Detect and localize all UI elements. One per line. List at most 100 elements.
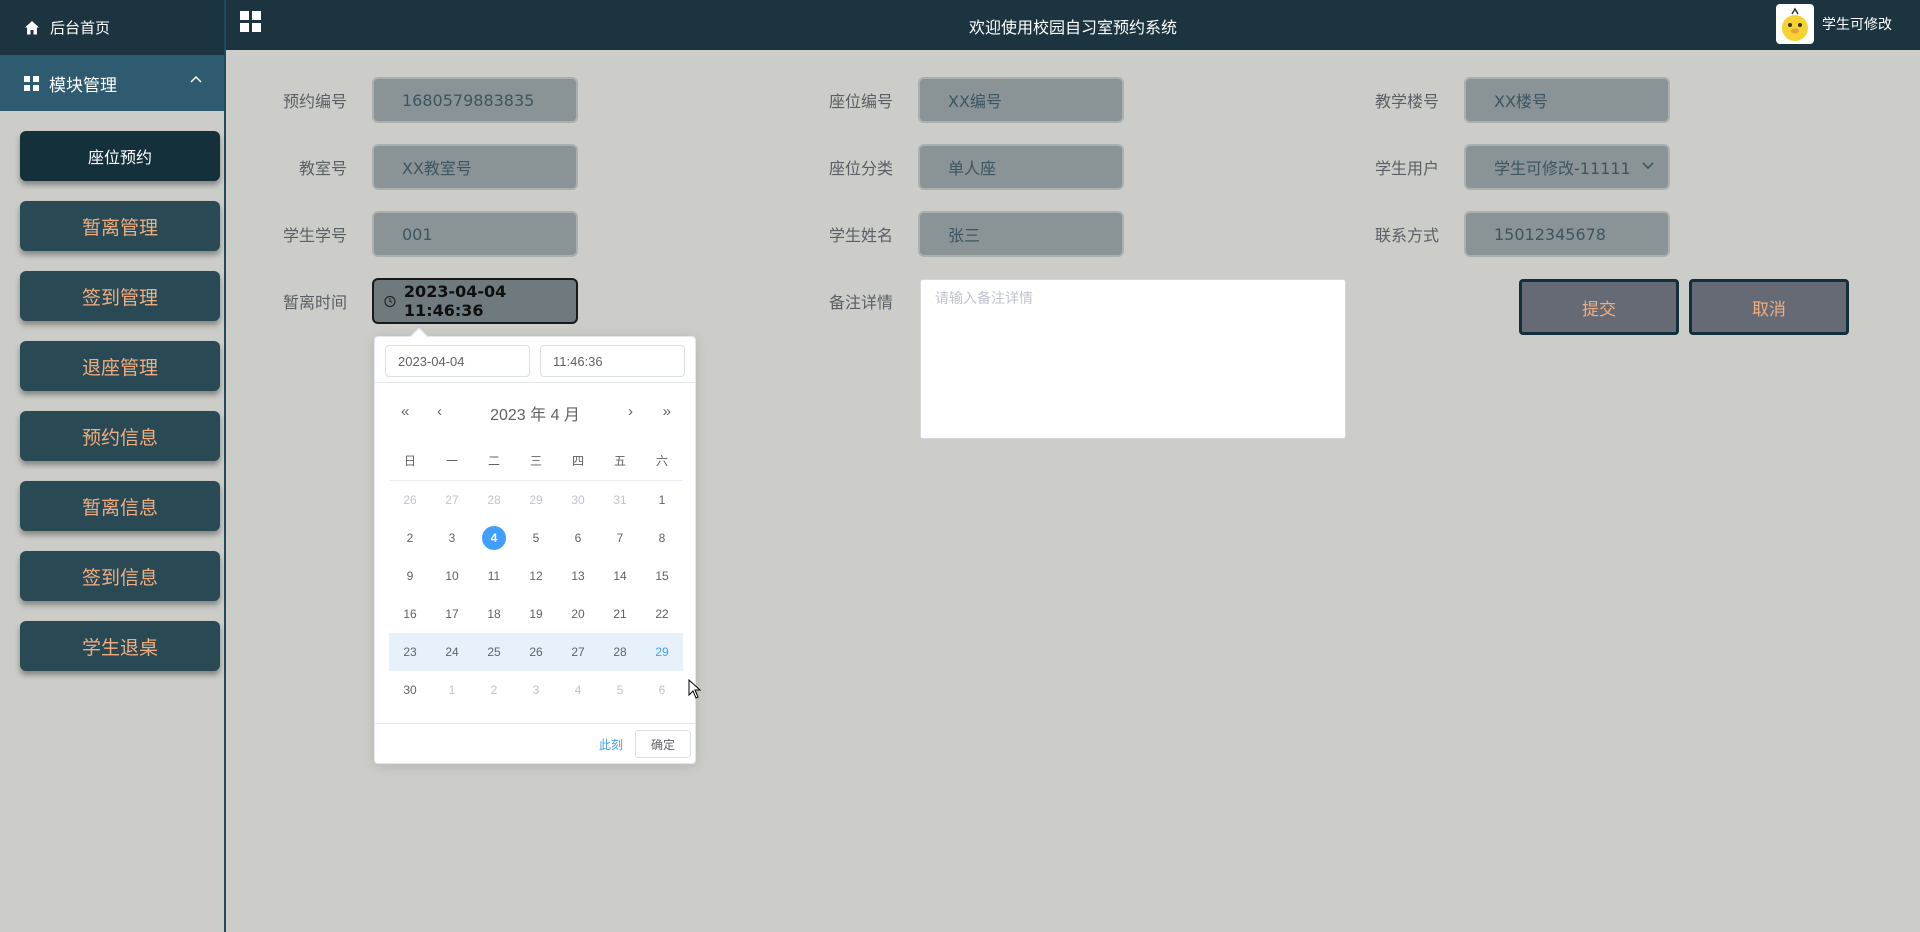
picker-date-input[interactable]: 2023-04-04 xyxy=(385,345,530,377)
grid-icon xyxy=(24,75,39,91)
next-year-icon[interactable]: » xyxy=(663,403,671,420)
sidebar-item-checkout-management[interactable]: 退座管理 xyxy=(20,341,220,391)
sidebar-module-toggle[interactable]: 模块管理 xyxy=(0,55,224,111)
weekday-fri: 五 xyxy=(613,454,626,468)
day-cell[interactable]: 28 xyxy=(473,493,515,507)
sidebar-menu: 座位预约 暂离管理 签到管理 退座管理 预约信息 暂离信息 签到信息 学生退桌 xyxy=(0,111,224,671)
day-cell[interactable]: 26 xyxy=(389,493,431,507)
sidebar-home-link[interactable]: 后台首页 xyxy=(0,0,224,55)
building-no-label: 教学楼号 xyxy=(1374,92,1439,111)
day-cell[interactable]: 30 xyxy=(557,493,599,507)
picker-confirm-button[interactable]: 确定 xyxy=(635,730,691,758)
day-cell[interactable]: 20 xyxy=(557,607,599,621)
page-title: 欢迎使用校园自习室预约系统 xyxy=(968,18,1177,37)
day-cell[interactable]: 5 xyxy=(599,683,641,697)
day-cell[interactable]: 3 xyxy=(431,531,473,545)
day-cell[interactable]: 24 xyxy=(431,645,473,659)
day-cell[interactable]: 25 xyxy=(473,645,515,659)
reservation-no-field[interactable]: 1680579883835 xyxy=(372,77,578,123)
day-cell[interactable]: 6 xyxy=(641,683,683,697)
user-menu[interactable]: 学生可修改 xyxy=(1776,4,1892,44)
day-cell[interactable]: 1 xyxy=(431,683,473,697)
day-cell[interactable]: 2 xyxy=(389,531,431,545)
day-cell[interactable]: 12 xyxy=(515,569,557,583)
day-cell[interactable]: 27 xyxy=(557,645,599,659)
day-cell[interactable]: 2 xyxy=(473,683,515,697)
mouse-cursor-icon xyxy=(688,679,702,699)
classroom-no-field[interactable]: XX教室号 xyxy=(372,144,578,190)
day-cell[interactable]: 10 xyxy=(431,569,473,583)
datetime-picker-popup: 2023-04-04 11:46:36 « ‹ 2023 年 4 月 › » 日… xyxy=(374,327,696,764)
seat-category-field[interactable]: 单人座 xyxy=(918,144,1124,190)
submit-button[interactable]: 提交 xyxy=(1519,279,1679,335)
contact-label: 联系方式 xyxy=(1374,226,1439,245)
day-cell[interactable]: 6 xyxy=(557,531,599,545)
day-cell[interactable]: 15 xyxy=(641,569,683,583)
weekday-tue: 二 xyxy=(487,454,500,468)
sidebar-item-leave-info[interactable]: 暂离信息 xyxy=(20,481,220,531)
building-no-field[interactable]: XX楼号 xyxy=(1464,77,1670,123)
weekday-mon: 一 xyxy=(445,454,458,468)
day-cell[interactable]: 9 xyxy=(389,569,431,583)
day-cell[interactable]: 13 xyxy=(557,569,599,583)
week-row-2: 2 3 4 5 6 7 8 xyxy=(389,519,683,557)
next-month-icon[interactable]: › xyxy=(628,403,633,420)
week-row-5-hovered: 23 24 25 26 27 28 29 xyxy=(389,633,683,671)
leave-time-value: 2023-04-04 11:46:36 xyxy=(403,282,507,320)
day-cell[interactable]: 4 xyxy=(557,683,599,697)
week-row-4: 16 17 18 19 20 21 22 xyxy=(389,595,683,633)
day-cell[interactable]: 5 xyxy=(515,531,557,545)
user-name: 学生可修改 xyxy=(1822,17,1892,33)
sidebar-item-student-checkout[interactable]: 学生退桌 xyxy=(20,621,220,671)
picker-footer: 此刻 确定 xyxy=(375,723,695,763)
chevron-down-icon xyxy=(1642,162,1654,170)
day-cell[interactable]: 29 xyxy=(641,645,683,659)
day-cell[interactable]: 8 xyxy=(641,531,683,545)
day-cell[interactable]: 28 xyxy=(599,645,641,659)
sidebar-item-seat-reservation[interactable]: 座位预约 xyxy=(20,131,220,181)
picker-inputs: 2023-04-04 11:46:36 xyxy=(375,337,695,383)
day-cell[interactable]: 16 xyxy=(389,607,431,621)
weekday-wed: 三 xyxy=(529,454,542,468)
seat-category-label: 座位分类 xyxy=(828,159,893,178)
picker-header: « ‹ 2023 年 4 月 › » xyxy=(375,383,695,441)
sidebar-item-signin-management[interactable]: 签到管理 xyxy=(20,271,220,321)
sidebar-item-reservation-info[interactable]: 预约信息 xyxy=(20,411,220,461)
day-cell[interactable]: 26 xyxy=(515,645,557,659)
day-cell[interactable]: 23 xyxy=(389,645,431,659)
day-cell[interactable]: 7 xyxy=(599,531,641,545)
student-id-field[interactable]: 001 xyxy=(372,211,578,257)
student-name-label: 学生姓名 xyxy=(828,226,893,245)
picker-year-month[interactable]: 2023 年 4 月 xyxy=(375,401,695,425)
remarks-textarea[interactable]: 请输入备注详情 xyxy=(920,279,1346,439)
day-cell[interactable]: 31 xyxy=(599,493,641,507)
cancel-button[interactable]: 取消 xyxy=(1689,279,1849,335)
day-cell[interactable]: 30 xyxy=(389,683,431,697)
day-cell[interactable]: 3 xyxy=(515,683,557,697)
picker-now-button[interactable]: 此刻 xyxy=(599,736,623,753)
sidebar-item-leave-management[interactable]: 暂离管理 xyxy=(20,201,220,251)
day-cell[interactable]: 11 xyxy=(473,569,515,583)
day-cell[interactable]: 29 xyxy=(515,493,557,507)
contact-field[interactable]: 15012345678 xyxy=(1464,211,1670,257)
day-cell[interactable]: 19 xyxy=(515,607,557,621)
seat-no-label: 座位编号 xyxy=(828,92,893,111)
leave-time-label: 暂离时间 xyxy=(282,293,347,312)
week-row-1: 26 27 28 29 30 31 1 xyxy=(389,481,683,519)
student-user-select[interactable]: 学生可修改-11111 xyxy=(1464,144,1670,190)
day-cell[interactable]: 1 xyxy=(641,493,683,507)
day-cell[interactable]: 18 xyxy=(473,607,515,621)
day-cell-selected[interactable]: 4 xyxy=(473,526,515,550)
day-cell[interactable]: 27 xyxy=(431,493,473,507)
leave-time-picker[interactable]: 2023-04-04 11:46:36 xyxy=(372,278,578,324)
sidebar-item-signin-info[interactable]: 签到信息 xyxy=(20,551,220,601)
student-user-label: 学生用户 xyxy=(1374,159,1439,178)
student-id-label: 学生学号 xyxy=(282,226,347,245)
picker-time-input[interactable]: 11:46:36 xyxy=(540,345,685,377)
day-cell[interactable]: 22 xyxy=(641,607,683,621)
seat-no-field[interactable]: XX编号 xyxy=(918,77,1124,123)
day-cell[interactable]: 17 xyxy=(431,607,473,621)
student-name-field[interactable]: 张三 xyxy=(918,211,1124,257)
day-cell[interactable]: 14 xyxy=(599,569,641,583)
day-cell[interactable]: 21 xyxy=(599,607,641,621)
